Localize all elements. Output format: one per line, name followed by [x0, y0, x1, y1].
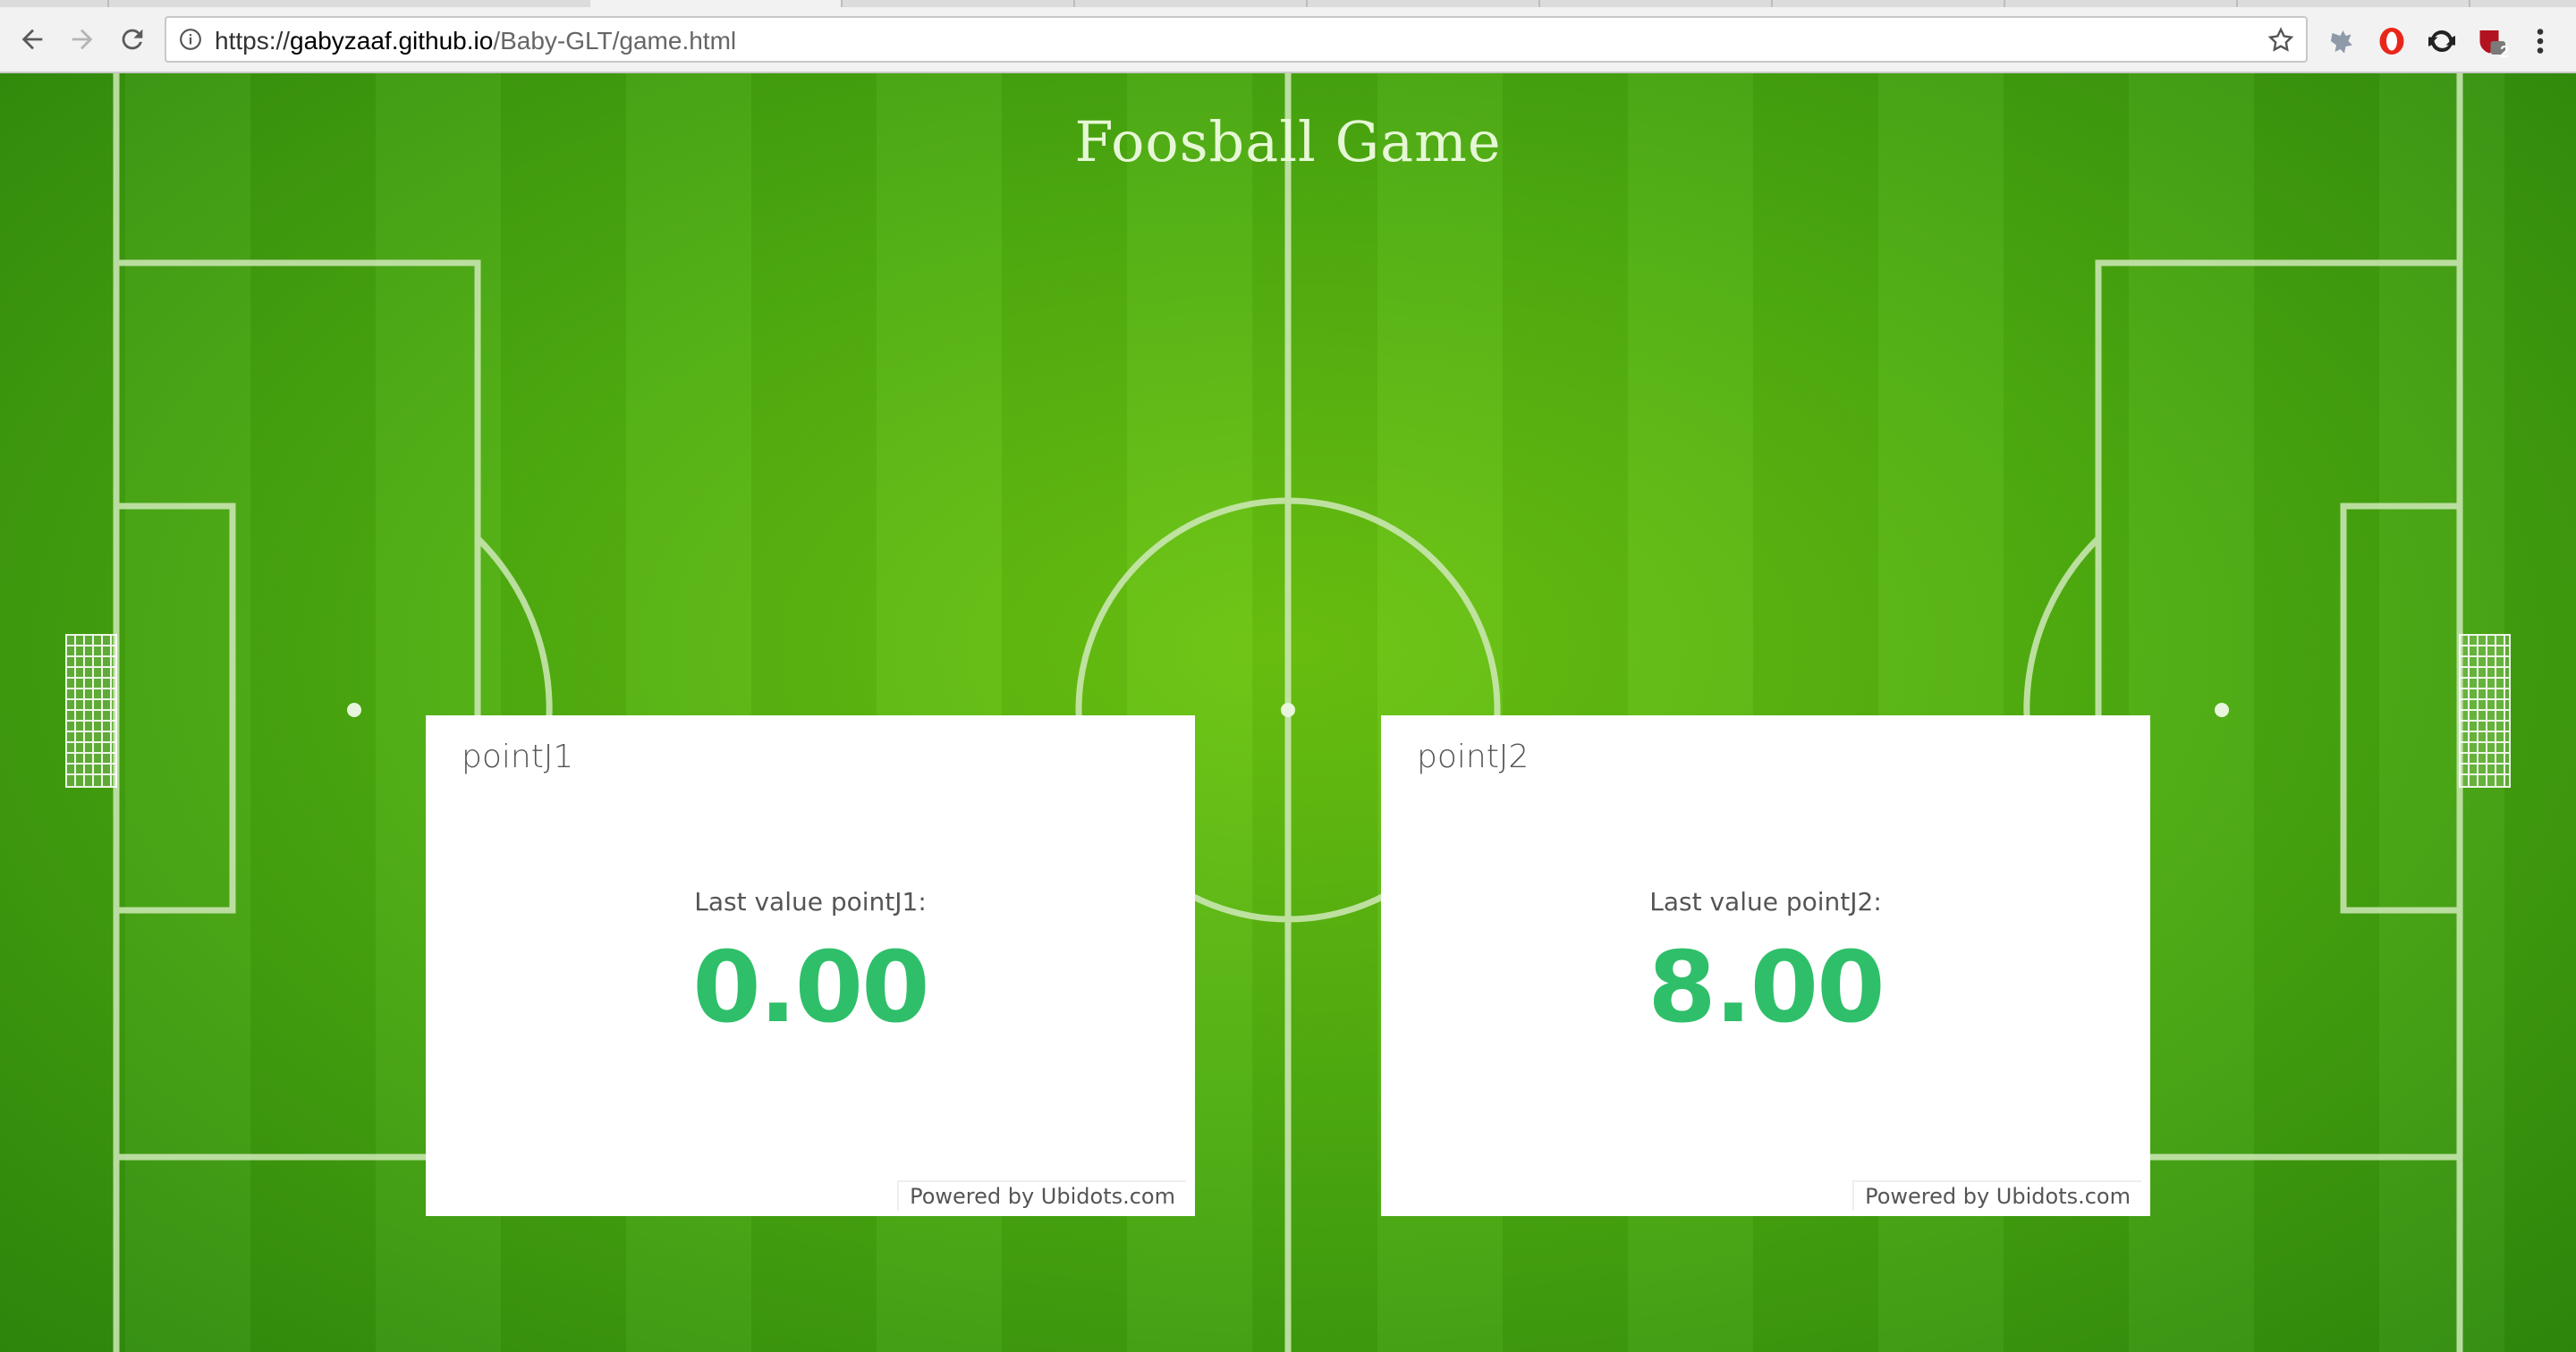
tab[interactable] — [1538, 0, 1773, 7]
tab[interactable] — [0, 0, 109, 7]
tab[interactable] — [2004, 0, 2238, 7]
address-bar[interactable]: https://gabyzaaf.github.io/Baby-GLT/game… — [165, 16, 2308, 63]
tab-active[interactable] — [590, 0, 843, 7]
sync-icon[interactable] — [2426, 25, 2458, 57]
extension-badge: 2 — [2500, 43, 2510, 61]
page-title: Foosball Game — [1074, 109, 1502, 174]
tab[interactable] — [2236, 0, 2470, 7]
page-content: Foosball Game pointJ1 Last value pointJ1… — [0, 73, 2576, 1352]
tab[interactable] — [841, 0, 1075, 7]
url-host: gabyzaaf.github.io — [290, 27, 494, 55]
widget-pointj2: pointJ2 Last value pointJ2: 8.00 Powered… — [1381, 715, 2150, 1216]
widget-caption: Last value pointJ2: — [1649, 887, 1882, 917]
browser-toolbar: https://gabyzaaf.github.io/Baby-GLT/game… — [0, 7, 2576, 73]
widget-value: 0.00 — [692, 930, 929, 1044]
forward-arrow-icon[interactable] — [63, 20, 102, 59]
tab-strip — [0, 0, 2576, 7]
tab[interactable] — [1073, 0, 1308, 7]
url-scheme: https:// — [215, 27, 291, 55]
tab[interactable] — [1771, 0, 2005, 7]
menu-dots-icon[interactable] — [2531, 25, 2549, 57]
soccer-field-lines — [65, 73, 2511, 1352]
widget-caption: Last value pointJ1: — [694, 887, 927, 917]
tab[interactable] — [107, 0, 592, 7]
widget-value: 8.00 — [1648, 930, 1885, 1044]
widget-pointj1: pointJ1 Last value pointJ1: 0.00 Powered… — [426, 715, 1195, 1216]
url-path: /Baby-GLT/game.html — [493, 27, 737, 55]
info-icon[interactable] — [179, 28, 202, 51]
back-arrow-icon[interactable] — [13, 20, 52, 59]
puzzle-extension-icon[interactable] — [2326, 25, 2358, 57]
powered-by-link[interactable]: Powered by Ubidots.com — [1852, 1180, 2141, 1211]
reload-icon[interactable] — [113, 20, 152, 59]
widget-title: pointJ2 — [1417, 739, 1530, 775]
widget-title: pointJ1 — [462, 739, 574, 775]
url-text[interactable]: https://gabyzaaf.github.io/Baby-GLT/game… — [215, 27, 736, 55]
powered-by-link[interactable]: Powered by Ubidots.com — [897, 1180, 1186, 1211]
tab[interactable] — [1306, 0, 1540, 7]
opera-o-icon[interactable] — [2376, 25, 2408, 57]
star-icon[interactable] — [2267, 26, 2295, 55]
